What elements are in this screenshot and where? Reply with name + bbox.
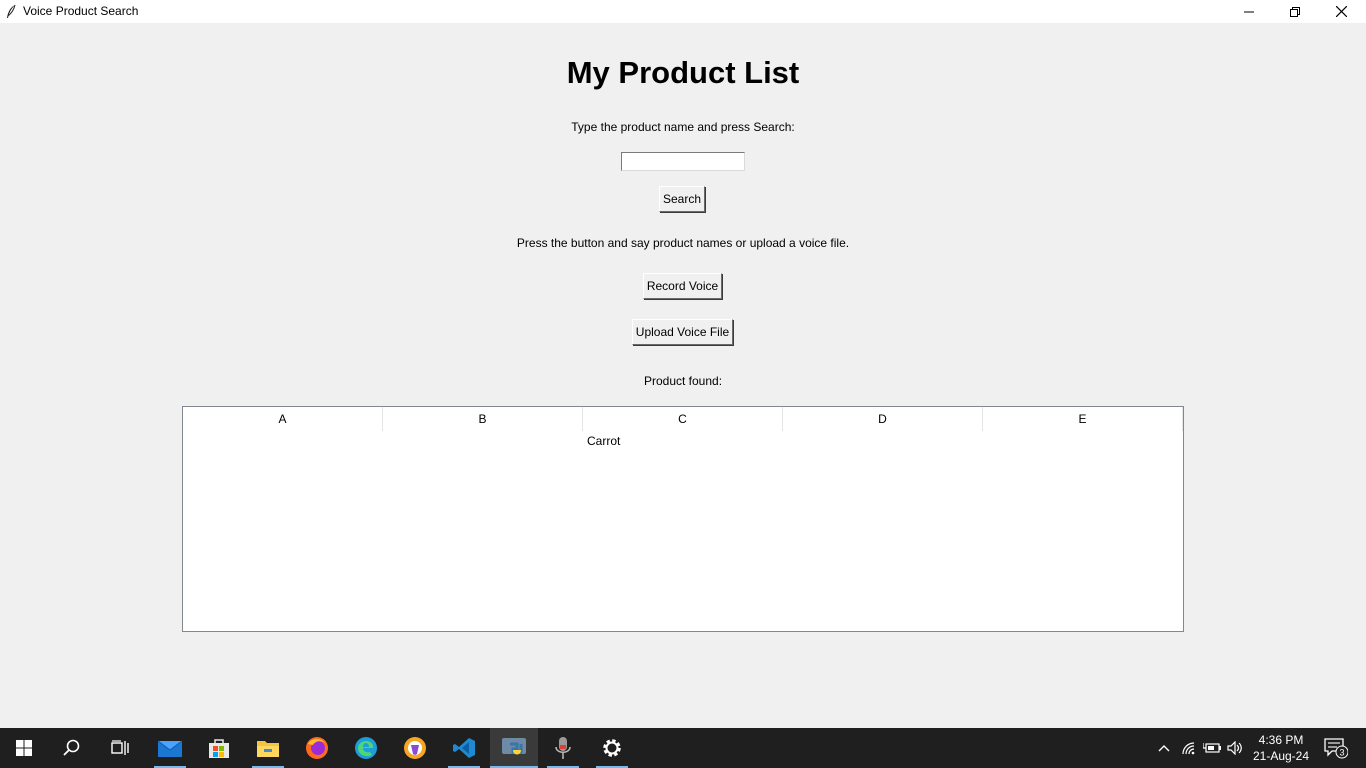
settings-icon — [603, 739, 621, 757]
volume-button[interactable] — [1224, 728, 1246, 768]
minimize-button[interactable] — [1226, 0, 1272, 23]
upload-voice-file-button[interactable]: Upload Voice File — [632, 319, 733, 345]
close-icon — [1335, 6, 1347, 17]
record-voice-button[interactable]: Record Voice — [643, 273, 722, 299]
taskbar-mail[interactable] — [146, 728, 194, 768]
task-view-icon — [111, 740, 129, 755]
brave-icon — [404, 737, 426, 759]
store-icon — [209, 739, 229, 758]
page-title: My Product List — [566, 55, 800, 90]
feather-icon — [7, 4, 16, 18]
wifi-icon — [1182, 742, 1195, 755]
notification-icon: 3 — [1324, 738, 1348, 759]
close-button[interactable] — [1318, 0, 1364, 23]
start-icon — [16, 740, 32, 756]
microphone-icon — [555, 737, 571, 759]
column-header-b[interactable]: B — [383, 407, 583, 431]
taskbar-python-app[interactable] — [490, 728, 538, 768]
column-header-d[interactable]: D — [783, 407, 983, 431]
taskbar-edge[interactable] — [342, 728, 390, 768]
search-instruction: Type the product name and press Search: — [571, 120, 795, 134]
python-icon — [502, 738, 526, 755]
table-cell-c: Carrot — [587, 434, 621, 448]
show-hidden-icons-button[interactable] — [1154, 728, 1174, 768]
mail-icon — [157, 740, 183, 757]
taskbar-clock[interactable]: 4:36 PM 21-Aug-24 — [1246, 732, 1316, 764]
notification-count: 3 — [1339, 748, 1344, 758]
start-button[interactable] — [0, 728, 48, 768]
chevron-up-icon — [1158, 745, 1170, 752]
column-header-e[interactable]: E — [983, 407, 1183, 431]
battery-button[interactable] — [1201, 728, 1223, 768]
search-button[interactable]: Search — [659, 186, 705, 212]
taskbar-file-explorer[interactable] — [244, 728, 292, 768]
vscode-icon — [453, 738, 475, 758]
taskbar-vscode[interactable] — [440, 728, 488, 768]
window-title: Voice Product Search — [23, 4, 139, 18]
minimize-icon — [1244, 11, 1254, 12]
title-bar: Voice Product Search — [0, 0, 1366, 23]
restore-button[interactable] — [1272, 0, 1318, 23]
network-button[interactable] — [1178, 728, 1200, 768]
taskbar-store[interactable] — [195, 728, 243, 768]
taskbar-brave[interactable] — [391, 728, 439, 768]
table-row[interactable]: Carrot — [183, 431, 1183, 451]
clock-date: 21-Aug-24 — [1252, 749, 1310, 763]
volume-icon — [1227, 741, 1242, 755]
voice-instruction: Press the button and say product names o… — [516, 236, 850, 250]
file-explorer-icon — [257, 741, 279, 757]
restore-icon — [1290, 6, 1300, 17]
edge-icon — [355, 737, 377, 759]
app-content: My Product List Type the product name an… — [0, 23, 1366, 728]
firefox-icon — [306, 737, 328, 759]
taskbar-voice-recorder[interactable] — [539, 728, 587, 768]
search-icon — [63, 739, 80, 756]
column-header-a[interactable]: A — [183, 407, 383, 431]
taskbar-firefox[interactable] — [293, 728, 341, 768]
taskbar: 4:36 PM 21-Aug-24 3 — [0, 728, 1366, 768]
task-view-button[interactable] — [96, 728, 144, 768]
taskbar-search-button[interactable] — [48, 728, 96, 768]
table-header: A B C D E — [183, 407, 1183, 431]
clock-time: 4:36 PM — [1258, 733, 1304, 747]
product-table[interactable]: A B C D E Carrot — [182, 406, 1184, 632]
column-header-c[interactable]: C — [583, 407, 783, 431]
battery-icon — [1203, 743, 1221, 753]
result-label: Product found: — [643, 374, 723, 388]
taskbar-settings[interactable] — [588, 728, 636, 768]
notification-center-button[interactable]: 3 — [1320, 728, 1352, 768]
search-input[interactable] — [621, 152, 745, 171]
